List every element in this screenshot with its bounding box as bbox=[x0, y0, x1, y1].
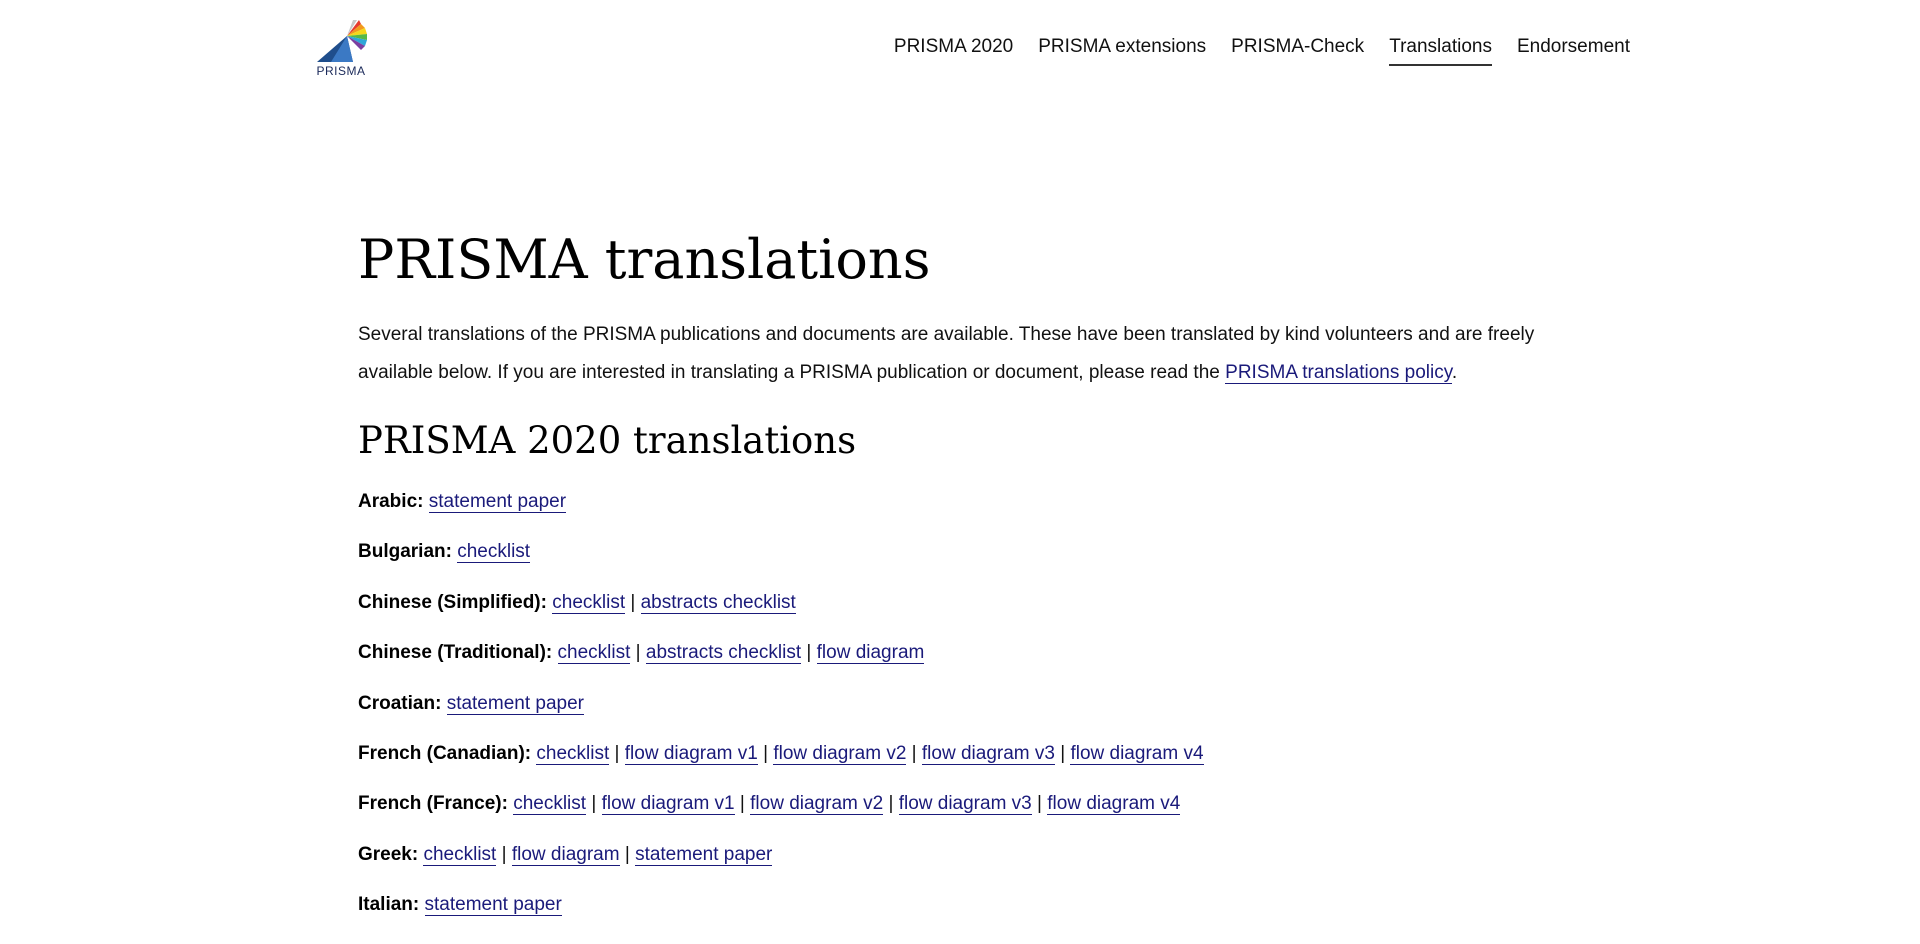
translations-policy-link[interactable]: PRISMA translations policy bbox=[1225, 362, 1452, 384]
translation-row: Italian: statement paper bbox=[358, 893, 1558, 917]
translation-row: Bulgarian: checklist bbox=[358, 540, 1558, 564]
translation-link[interactable]: flow diagram v3 bbox=[898, 793, 1032, 816]
translation-link[interactable]: statement paper bbox=[635, 843, 773, 866]
translation-link[interactable]: checklist bbox=[536, 742, 610, 765]
translation-link[interactable]: flow diagram v1 bbox=[601, 793, 735, 816]
link-separator: | bbox=[739, 793, 745, 815]
nav-prisma-extensions[interactable]: PRISMA extensions bbox=[1038, 36, 1206, 66]
translations-list: Arabic: statement paper Bulgarian: checkl… bbox=[358, 490, 1558, 917]
link-separator: | bbox=[911, 742, 917, 764]
translation-link[interactable]: flow diagram v2 bbox=[773, 742, 907, 765]
translation-link[interactable]: flow diagram bbox=[816, 642, 925, 665]
site-header: PRISMA PRISMA 2020 PRISMA extensions PRI… bbox=[0, 0, 1920, 100]
language-label: Chinese (Traditional): bbox=[358, 642, 553, 664]
link-separator: | bbox=[501, 843, 507, 865]
intro-end: . bbox=[1451, 362, 1458, 383]
translation-link[interactable]: abstracts checklist bbox=[640, 591, 796, 614]
translation-link[interactable]: checklist bbox=[552, 591, 626, 614]
translation-row: Croatian: statement paper bbox=[358, 692, 1558, 716]
translation-row: French (France): checklist | flow diagra… bbox=[358, 792, 1558, 816]
nav-translations[interactable]: Translations bbox=[1389, 36, 1492, 66]
translation-link[interactable]: checklist bbox=[513, 793, 587, 816]
page-title: PRISMA translations bbox=[358, 228, 931, 291]
nav-prisma-check[interactable]: PRISMA-Check bbox=[1231, 36, 1364, 66]
translation-link[interactable]: abstracts checklist bbox=[645, 642, 802, 665]
translation-row: French (Canadian): checklist | flow diag… bbox=[358, 742, 1558, 766]
translation-link[interactable]: flow diagram v4 bbox=[1047, 793, 1181, 816]
link-separator: | bbox=[624, 843, 630, 865]
language-label: French (Canadian): bbox=[358, 742, 532, 764]
translation-link[interactable]: checklist bbox=[457, 541, 531, 564]
logo-text: PRISMA bbox=[316, 64, 366, 78]
language-label: Italian: bbox=[358, 894, 420, 916]
translation-link[interactable]: flow diagram v2 bbox=[750, 793, 884, 816]
intro-paragraph: Several translations of the PRISMA publi… bbox=[358, 316, 1538, 392]
translation-link[interactable]: statement paper bbox=[424, 894, 562, 917]
translation-link[interactable]: flow diagram v4 bbox=[1070, 742, 1204, 765]
language-label: Arabic: bbox=[358, 491, 424, 512]
translation-link[interactable]: flow diagram v1 bbox=[624, 742, 758, 765]
link-separator: | bbox=[630, 591, 636, 613]
link-separator: | bbox=[888, 793, 894, 815]
translation-link[interactable]: checklist bbox=[423, 843, 497, 866]
main-content: PRISMA translations Several translations… bbox=[358, 222, 1558, 944]
section-title: PRISMA 2020 translations bbox=[358, 419, 857, 462]
link-separator: | bbox=[763, 742, 769, 764]
nav-prisma-2020[interactable]: PRISMA 2020 bbox=[894, 36, 1013, 66]
translation-row: Chinese (Simplified): checklist | abstra… bbox=[358, 591, 1558, 615]
nav-endorsement[interactable]: Endorsement bbox=[1517, 36, 1630, 66]
language-label: French (France): bbox=[358, 793, 508, 815]
translation-row: Greek: checklist | flow diagram | statem… bbox=[358, 843, 1558, 867]
link-separator: | bbox=[1060, 742, 1066, 764]
translation-link[interactable]: checklist bbox=[557, 642, 631, 665]
main-nav: PRISMA 2020 PRISMA extensions PRISMA-Che… bbox=[869, 36, 1630, 66]
language-label: Chinese (Simplified): bbox=[358, 591, 547, 613]
link-separator: | bbox=[591, 793, 597, 815]
language-label: Greek: bbox=[358, 843, 419, 865]
link-separator: | bbox=[1037, 793, 1042, 815]
translation-link[interactable]: statement paper bbox=[428, 491, 567, 513]
language-label: Croatian: bbox=[358, 692, 442, 714]
link-separator: | bbox=[635, 642, 641, 664]
language-label: Bulgarian: bbox=[358, 541, 452, 563]
link-separator: | bbox=[806, 642, 812, 664]
translation-row: Arabic: statement paper bbox=[358, 490, 1558, 514]
translation-link[interactable]: flow diagram bbox=[511, 843, 620, 866]
prisma-logo-icon[interactable]: PRISMA bbox=[313, 18, 377, 80]
translation-row: Chinese (Traditional): checklist | abstr… bbox=[358, 641, 1558, 665]
translation-link[interactable]: statement paper bbox=[446, 692, 584, 715]
translation-link[interactable]: flow diagram v3 bbox=[921, 742, 1055, 765]
link-separator: | bbox=[614, 742, 620, 764]
